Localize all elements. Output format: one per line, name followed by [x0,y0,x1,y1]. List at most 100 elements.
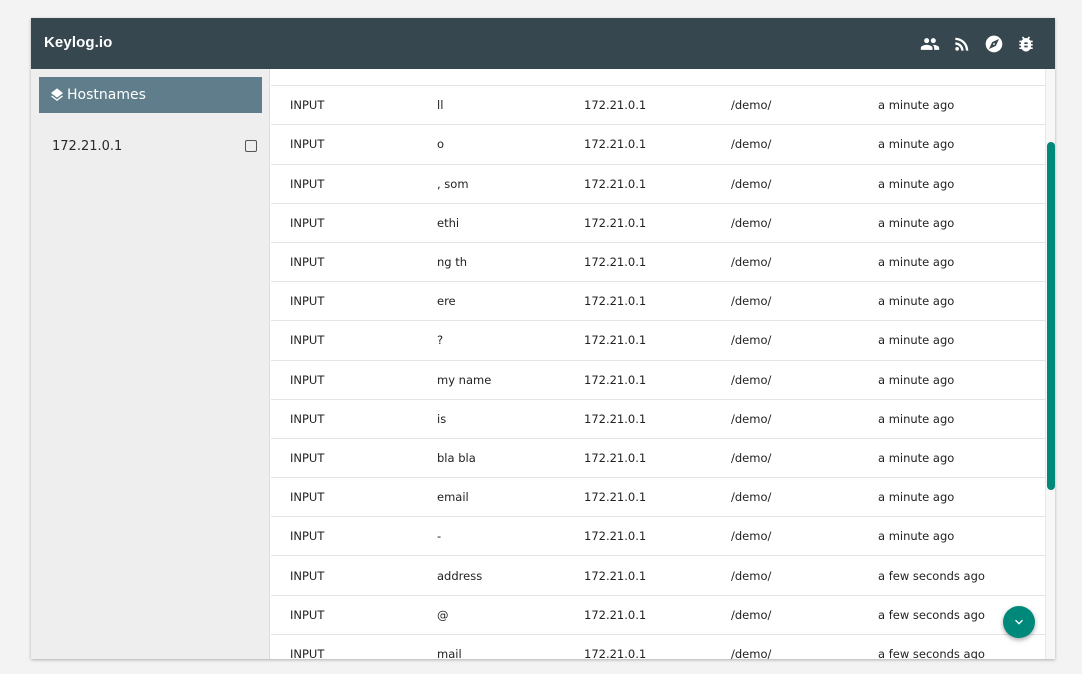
row-value-cell: ethi [437,215,460,230]
row-path-cell: /demo/ [731,646,772,659]
row-ip-cell: 172.21.0.1 [584,607,647,622]
bug-icon[interactable] [1016,34,1036,54]
rss-feed-icon[interactable] [952,34,972,54]
row-ip-cell: 172.21.0.1 [584,137,647,152]
row-path-cell: /demo/ [731,529,772,544]
people-icon[interactable] [920,34,940,54]
row-path-cell: /demo/ [731,137,772,152]
host-checkbox[interactable] [245,140,257,152]
table-row[interactable]: INPUT ll 172.21.0.1/demo/a minute ago [271,86,1045,126]
row-time-cell: a few seconds ago [878,568,985,583]
row-type-cell: INPUT [290,333,325,348]
row-path-cell: /demo/ [731,333,772,348]
row-time-cell: a minute ago [878,490,955,505]
app-title[interactable]: Keylog.io [44,34,112,51]
table-row[interactable]: INPUT @172.21.0.1/demo/a few seconds ago [271,596,1045,635]
table-row[interactable]: INPUT bla bla 172.21.0.1/demo/a minute ago [271,439,1045,479]
row-value-cell: is [437,411,447,426]
row-path-cell: /demo/ [731,450,772,465]
table-row[interactable]: INPUT ere 172.21.0.1/demo/a minute ago [271,282,1045,322]
row-path-cell: /demo/ [731,490,772,505]
row-time-cell: a minute ago [878,176,955,191]
table-row[interactable]: INPUT ng th 172.21.0.1/demo/a minute ago [271,243,1045,283]
row-ip-cell: 172.21.0.1 [584,490,647,505]
row-time-cell: a minute ago [878,333,955,348]
row-ip-cell: 172.21.0.1 [584,98,647,113]
row-type-cell: INPUT [290,98,325,113]
row-time-cell: a minute ago [878,411,955,426]
row-ip-cell: 172.21.0.1 [584,646,647,659]
sidebar-title: Hostnames [67,87,146,103]
row-value-cell: o [437,137,445,152]
row-ip-cell: 172.21.0.1 [584,294,647,309]
row-time-cell: a minute ago [878,372,955,387]
scrollbar-thumb[interactable] [1047,142,1055,490]
row-value-cell: ll [437,98,444,113]
row-ip-cell: 172.21.0.1 [584,255,647,270]
row-type-cell: INPUT [290,490,325,505]
row-ip-cell: 172.21.0.1 [584,372,647,387]
scrollbar[interactable] [1045,69,1055,659]
row-time-cell: a minute ago [878,255,955,270]
row-ip-cell: 172.21.0.1 [584,215,647,230]
row-value-cell: ng th [437,255,468,270]
row-path-cell: /demo/ [731,411,772,426]
row-path-cell: /demo/ [731,176,772,191]
row-type-cell: INPUT [290,450,325,465]
scroll-to-bottom-button[interactable] [1003,606,1035,638]
row-type-cell: INPUT [290,294,325,309]
row-type-cell: INPUT [290,372,325,387]
row-ip-cell: 172.21.0.1 [584,529,647,544]
row-type-cell: INPUT [290,215,325,230]
row-type-cell: INPUT [290,568,325,583]
table-row[interactable]: INPUT address 172.21.0.1/demo/a few second… [271,556,1045,596]
layers-icon [51,88,63,102]
row-time-cell: a minute ago [878,215,955,230]
row-type-cell: INPUT [290,411,325,426]
table-row[interactable]: INPUT is 172.21.0.1/demo/a minute ago [271,400,1045,439]
row-value-cell: ? [437,333,444,348]
row-type-cell: INPUT [290,607,325,622]
row-path-cell: /demo/ [731,372,772,387]
table-row[interactable]: INPUT , som 172.21.0.1/demo/a minute ago [271,165,1045,204]
compass-icon[interactable] [984,34,1004,54]
keylog-table-area: INPUT ll 172.21.0.1/demo/a minute ago INPUT… [271,69,1055,659]
host-label: 172.21.0.1 [52,138,123,154]
row-path-cell: /demo/ [731,294,772,309]
row-ip-cell: 172.21.0.1 [584,176,647,191]
row-value-cell: @ [437,607,449,622]
table-row[interactable]: INPUT mail 172.21.0.1/demo/a few seconds a… [271,635,1045,659]
row-ip-cell: 172.21.0.1 [584,568,647,583]
row-path-cell: /demo/ [731,568,772,583]
table-row[interactable]: INPUT ethi 172.21.0.1/demo/a minute ago [271,204,1045,243]
chevron-down-icon [1015,619,1023,625]
row-value-cell: mail [437,646,462,659]
row-value-cell: my name [437,372,492,387]
row-time-cell: a minute ago [878,98,955,113]
table-row[interactable]: INPUT? 172.21.0.1/demo/a minute ago [271,321,1045,361]
sidebar-header: Hostnames [39,77,262,113]
row-value-cell: bla bla [437,450,476,465]
row-time-cell: a minute ago [878,137,955,152]
row-time-cell: a few seconds ago [878,646,985,659]
row-type-cell: INPUT [290,255,325,270]
row-ip-cell: 172.21.0.1 [584,333,647,348]
host-filter-item[interactable]: 172.21.0.1 [39,131,262,161]
row-value-cell: , som [437,176,469,191]
row-path-cell: /demo/ [731,98,772,113]
row-type-cell: INPUT [290,176,325,191]
table-row[interactable]: INPUT email 172.21.0.1/demo/a minute ago [271,478,1045,518]
row-type-cell: INPUT [290,529,325,544]
row-type-cell: INPUT [290,137,325,152]
row-value-cell: email [437,490,469,505]
table-row-partial [271,69,1045,87]
table-row[interactable]: INPUT o 172.21.0.1/demo/a minute ago [271,125,1045,165]
table-row[interactable]: INPUT my name 172.21.0.1/demo/a minute ago [271,361,1045,400]
row-value-cell: ere [437,294,456,309]
row-path-cell: /demo/ [731,607,772,622]
row-path-cell: /demo/ [731,215,772,230]
row-ip-cell: 172.21.0.1 [584,411,647,426]
hostnames-sidebar: Hostnames 172.21.0.1 [31,69,270,659]
row-time-cell: a minute ago [878,529,955,544]
table-row[interactable]: INPUT - 172.21.0.1/demo/a minute ago [271,517,1045,557]
